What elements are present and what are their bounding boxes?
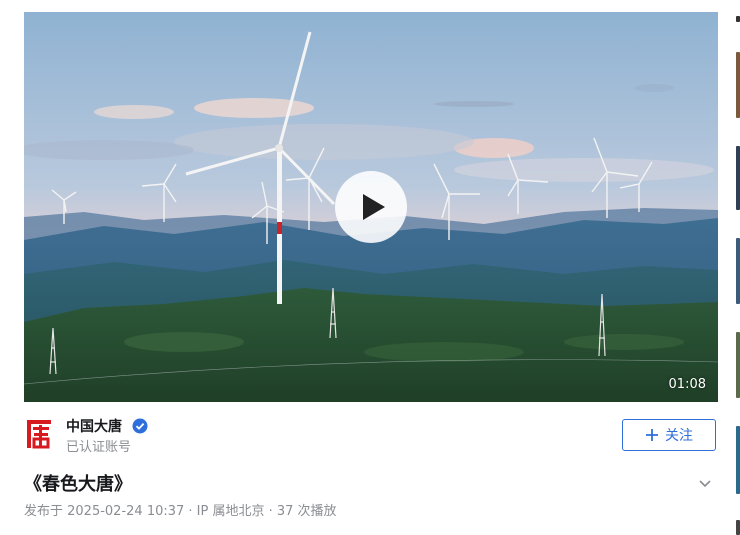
author-info: 中国大唐 已认证账号 xyxy=(24,416,424,456)
verified-icon xyxy=(132,418,148,434)
related-thumb[interactable] xyxy=(736,332,740,398)
related-thumb[interactable] xyxy=(736,426,740,494)
related-thumb[interactable] xyxy=(736,520,740,535)
related-thumb[interactable] xyxy=(736,238,740,304)
post-meta: 发布于 2025-02-24 10:37 · IP 属地北京 · 37 次播放 xyxy=(24,504,337,519)
post-title: 《春色大唐》 xyxy=(24,474,132,495)
author-name[interactable]: 中国大唐 xyxy=(66,416,122,436)
chevron-down-icon[interactable] xyxy=(696,474,714,492)
related-thumb[interactable] xyxy=(736,16,740,22)
play-icon xyxy=(363,194,385,220)
author-subtitle: 已认证账号 xyxy=(66,440,132,455)
play-button[interactable] xyxy=(335,171,407,243)
plus-icon xyxy=(646,429,658,441)
follow-button[interactable]: 关注 xyxy=(622,419,716,451)
related-videos-strip xyxy=(736,0,740,535)
related-thumb[interactable] xyxy=(736,146,740,210)
video-duration: 01:08 xyxy=(668,377,706,392)
follow-label: 关注 xyxy=(665,428,693,444)
video-player[interactable]: 01:08 xyxy=(24,12,718,402)
datang-logo[interactable] xyxy=(24,418,56,450)
related-thumb[interactable] xyxy=(736,52,740,118)
